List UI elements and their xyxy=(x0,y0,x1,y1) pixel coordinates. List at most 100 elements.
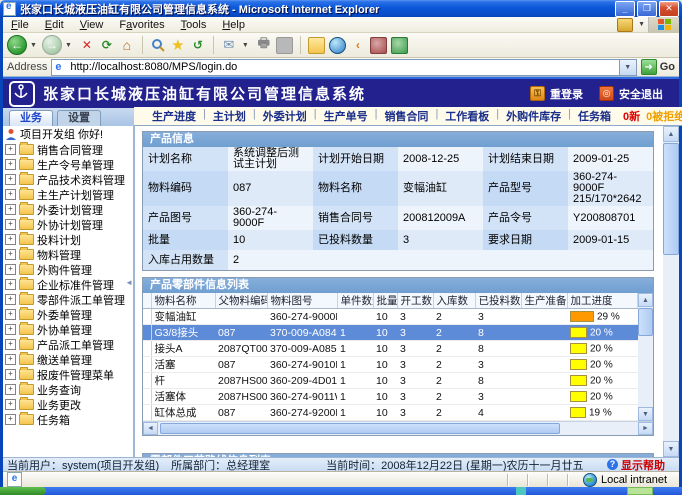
tree-expander-icon[interactable]: + xyxy=(5,294,16,305)
sidebar-item[interactable]: +主生产计划管理 xyxy=(3,187,133,202)
table-row[interactable]: 接头A2087QT002370-009-A085011032820 % xyxy=(143,341,638,357)
menu-item-favorites[interactable]: Favorites xyxy=(111,18,172,32)
sidebar-item[interactable]: +产品技术资料管理 xyxy=(3,172,133,187)
scroll-left-icon[interactable]: ◄ xyxy=(143,422,158,435)
column-header[interactable]: 开工数 xyxy=(397,293,433,309)
tree-expander-icon[interactable]: + xyxy=(5,339,16,350)
mail-button[interactable]: ✉▼ xyxy=(219,37,252,53)
tree-expander-icon[interactable]: + xyxy=(5,399,16,410)
tree-expander-icon[interactable]: + xyxy=(5,144,16,155)
history-icon[interactable]: ↺ xyxy=(190,37,206,53)
tree-expander-icon[interactable]: + xyxy=(5,159,16,170)
edit-button[interactable] xyxy=(276,37,293,54)
taskbar-item[interactable] xyxy=(627,487,653,495)
column-header[interactable]: 入库数 xyxy=(433,293,475,309)
sidebar-item[interactable]: +任务箱 xyxy=(3,412,133,427)
table-row[interactable]: 活塞体2087HS002360-274-9011W11032320 % xyxy=(143,389,638,405)
scroll-up-icon[interactable]: ▲ xyxy=(638,293,653,307)
table-row[interactable]: 活塞087360-274-9010F11032320 % xyxy=(143,357,638,373)
sidebar-item[interactable]: +投料计划 xyxy=(3,232,133,247)
messenger-icon[interactable] xyxy=(391,37,408,54)
menu-item-edit[interactable]: Edit xyxy=(37,18,72,32)
sidebar-item[interactable]: +报废件管理菜单 xyxy=(3,367,133,382)
chevron-down-icon[interactable]: ▼ xyxy=(638,21,645,28)
sidebar-item[interactable]: +生产令号单管理 xyxy=(3,157,133,172)
scroll-thumb[interactable] xyxy=(160,423,560,434)
nav-item-6[interactable]: 外购件库存 xyxy=(506,108,561,124)
table-row[interactable]: 杆2087HS002360-209-4D01011032820 % xyxy=(143,373,638,389)
nav-item-1[interactable]: 主计划 xyxy=(213,108,246,124)
sidebar-collapse-handle[interactable]: ◄ xyxy=(125,278,133,287)
menu-item-view[interactable]: View xyxy=(72,18,112,32)
back-button[interactable]: ←▼ xyxy=(7,35,40,55)
tree-expander-icon[interactable]: + xyxy=(5,264,16,275)
maximize-button[interactable]: ❐ xyxy=(637,1,657,17)
column-header[interactable]: 生产准备 xyxy=(521,293,567,309)
debug-icon[interactable] xyxy=(370,37,387,54)
forward-dropdown-icon[interactable]: ▼ xyxy=(65,42,72,49)
nav-item-7[interactable]: 任务箱 xyxy=(578,108,611,124)
menu-item-file[interactable]: File xyxy=(3,18,37,32)
refresh-button[interactable]: ⟳ xyxy=(99,37,115,53)
sidebar-item[interactable]: +物料管理 xyxy=(3,247,133,262)
scroll-thumb[interactable] xyxy=(638,308,653,336)
antivirus-toolbar-icon[interactable] xyxy=(617,18,633,32)
menu-item-tools[interactable]: Tools xyxy=(173,18,215,32)
address-input[interactable]: e http://localhost:8080/MPS/login.do ▼ xyxy=(51,59,636,76)
table-row[interactable]: G3/8接头087370-009-A084011032820 % xyxy=(143,325,638,341)
logout-button[interactable]: ◎安全退出 xyxy=(599,86,663,102)
sidebar-item[interactable]: +零部件派工单管理 xyxy=(3,292,133,307)
scroll-right-icon[interactable]: ► xyxy=(638,422,653,435)
start-button[interactable] xyxy=(0,487,46,495)
tree-expander-icon[interactable]: + xyxy=(5,414,16,425)
sidebar-item[interactable]: +销售合同管理 xyxy=(3,142,133,157)
taskbar-item[interactable] xyxy=(516,487,526,495)
sidebar-item[interactable]: +缴送单管理 xyxy=(3,352,133,367)
column-header[interactable]: 物料名称 xyxy=(151,293,215,309)
tree-expander-icon[interactable]: + xyxy=(5,279,16,290)
tree-expander-icon[interactable]: + xyxy=(5,249,16,260)
tree-expander-icon[interactable]: + xyxy=(5,369,16,380)
scroll-down-icon[interactable]: ▼ xyxy=(663,441,679,457)
tree-expander-icon[interactable]: + xyxy=(5,384,16,395)
page-vertical-scrollbar[interactable]: ▲ ▼ xyxy=(663,126,679,457)
search-icon[interactable] xyxy=(150,37,166,53)
print-button[interactable]: 🖶 xyxy=(256,37,272,53)
stop-button[interactable]: ✕ xyxy=(79,37,95,53)
table-row[interactable]: 变幅油缸360-274-9000F1032329 % xyxy=(143,309,638,325)
sidebar-item[interactable]: +外委计划管理 xyxy=(3,202,133,217)
column-header[interactable]: 单件数量 xyxy=(337,293,373,309)
tree-expander-icon[interactable]: + xyxy=(5,204,16,215)
nav-item-3[interactable]: 生产单号 xyxy=(324,108,368,124)
forward-button[interactable]: →▼ xyxy=(42,35,75,55)
column-header[interactable]: 加工进度 xyxy=(567,293,638,309)
relogin-button[interactable]: ⚿重登录 xyxy=(530,86,583,102)
back-dropdown-icon[interactable]: ▼ xyxy=(30,42,37,49)
tab-settings[interactable]: 设置 xyxy=(57,110,101,126)
nav-item-0[interactable]: 生产进度 xyxy=(152,108,196,124)
sidebar-item[interactable]: +外协计划管理 xyxy=(3,217,133,232)
column-header[interactable]: 物料图号 xyxy=(267,293,337,309)
tree-expander-icon[interactable]: + xyxy=(5,189,16,200)
go-button[interactable]: ➜ Go xyxy=(641,59,675,75)
note-icon[interactable] xyxy=(308,37,325,54)
sidebar-item[interactable]: +外委单管理 xyxy=(3,307,133,322)
tab-business[interactable]: 业务 xyxy=(9,110,53,126)
tree-expander-icon[interactable]: + xyxy=(5,174,16,185)
favorites-star-icon[interactable]: ★ xyxy=(170,37,186,53)
tree-expander-icon[interactable]: + xyxy=(5,309,16,320)
column-header[interactable]: 已投料数 xyxy=(475,293,521,309)
sidebar-item[interactable]: +产品派工单管理 xyxy=(3,337,133,352)
sidebar-item[interactable]: +企业标准件管理 xyxy=(3,277,133,292)
parts-vertical-scrollbar[interactable]: ▲ ▼ xyxy=(638,293,653,421)
sidebar-item[interactable]: +业务查询 xyxy=(3,382,133,397)
tree-expander-icon[interactable]: + xyxy=(5,324,16,335)
column-header[interactable]: 批量 xyxy=(373,293,397,309)
sidebar-item[interactable]: +外协单管理 xyxy=(3,322,133,337)
table-row[interactable]: 缸体总成087360-274-9200F11032419 % xyxy=(143,405,638,421)
scroll-down-icon[interactable]: ▼ xyxy=(638,407,653,421)
sidebar-item[interactable]: +业务更改 xyxy=(3,397,133,412)
sidebar-item[interactable]: +外购件管理 xyxy=(3,262,133,277)
tree-expander-icon[interactable]: + xyxy=(5,219,16,230)
discuss-icon[interactable]: ‹ xyxy=(350,37,366,53)
